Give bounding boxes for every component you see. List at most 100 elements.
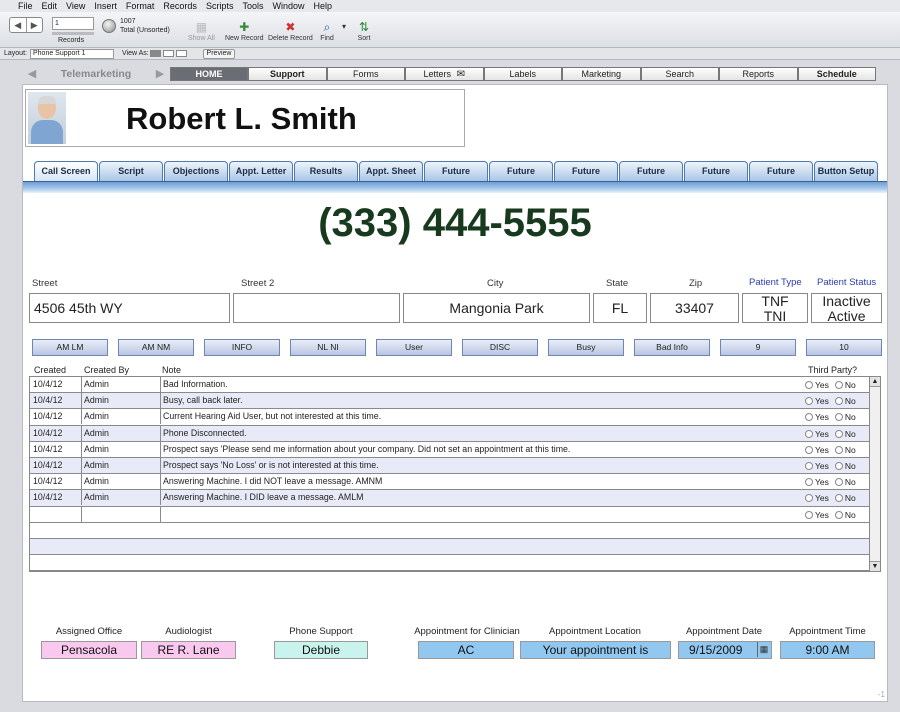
street2-field[interactable] <box>233 293 400 323</box>
tab-future-2[interactable]: Future <box>489 161 553 181</box>
created-cell[interactable]: 10/4/12 <box>33 428 79 438</box>
menu-records[interactable]: Records <box>163 0 197 12</box>
created-by-cell[interactable]: Admin <box>84 476 154 486</box>
created-by-cell[interactable]: Admin <box>84 379 154 389</box>
created-cell[interactable]: 10/4/12 <box>33 379 79 389</box>
created-cell[interactable]: 10/4/12 <box>33 476 79 486</box>
note-cell[interactable]: Busy, call back later. <box>163 395 803 405</box>
created-cell[interactable]: 10/4/12 <box>33 395 79 405</box>
calendar-icon[interactable]: ▦ <box>757 642 770 657</box>
third-party-no[interactable]: No <box>834 410 856 424</box>
table-row[interactable]: 10/4/12 Admin Prospect says 'Please send m… <box>30 441 870 458</box>
table-row[interactable]: 10/4/12 Admin Prospect says 'No Loss' or i… <box>30 458 870 475</box>
third-party-yes[interactable]: Yes <box>805 410 829 424</box>
tab-future-5[interactable]: Future <box>684 161 748 181</box>
note-cell[interactable]: Answering Machine. I DID leave a message… <box>163 492 803 502</box>
created-by-cell[interactable]: Admin <box>84 411 154 421</box>
third-party-no[interactable]: No <box>834 443 856 457</box>
third-party-yes[interactable]: Yes <box>805 508 829 522</box>
menu-window[interactable]: Window <box>272 0 304 12</box>
tab-call-screen[interactable]: Call Screen <box>34 161 98 181</box>
delete-record-button[interactable]: ✖ Delete Record <box>268 20 313 42</box>
tab-results[interactable]: Results <box>294 161 358 181</box>
table-row[interactable]: 10/4/12 Admin Bad Information. Yes No <box>30 377 870 394</box>
current-record-input[interactable]: 1 <box>52 17 94 30</box>
forward-arrow-icon[interactable]: ▶ <box>150 66 170 82</box>
zip-field[interactable]: 33407 <box>650 293 739 323</box>
note-cell[interactable]: Prospect says 'Please send me informatio… <box>163 444 803 454</box>
note-cell[interactable]: Current Hearing Aid User, but not intere… <box>163 411 803 421</box>
sort-button[interactable]: ⇅ Sort <box>357 20 371 42</box>
menu-help[interactable]: Help <box>313 0 332 12</box>
tab-objections[interactable]: Objections <box>164 161 228 181</box>
created-cell[interactable]: 10/4/12 <box>33 492 79 502</box>
quick-am-lm-button[interactable]: AM LM <box>32 339 108 356</box>
created-by-cell[interactable]: Admin <box>84 444 154 454</box>
note-cell[interactable]: Answering Machine. I did NOT leave a mes… <box>163 476 803 486</box>
table-view-icon[interactable] <box>176 50 187 57</box>
menu-file[interactable]: File <box>18 0 33 12</box>
list-view-icon[interactable] <box>163 50 174 57</box>
third-party-yes[interactable]: Yes <box>805 394 829 408</box>
tab-future-6[interactable]: Future <box>749 161 813 181</box>
quick-9-button[interactable]: 9 <box>720 339 796 356</box>
note-cell[interactable]: Phone Disconnected. <box>163 428 803 438</box>
third-party-yes[interactable]: Yes <box>805 443 829 457</box>
preview-button[interactable]: Preview <box>203 49 235 59</box>
clinician-field[interactable]: AC <box>418 641 514 659</box>
menu-edit[interactable]: Edit <box>42 0 58 12</box>
phone-support-field[interactable]: Debbie <box>274 641 368 659</box>
menu-tools[interactable]: Tools <box>242 0 263 12</box>
table-row[interactable]: 10/4/12 Admin Busy, call back later. Yes No <box>30 393 870 410</box>
note-cell[interactable]: Bad Information. <box>163 379 803 389</box>
tab-script[interactable]: Script <box>99 161 163 181</box>
state-field[interactable]: FL <box>593 293 647 323</box>
phone-number[interactable]: (333) 444-5555 <box>23 201 887 246</box>
nav-marketing[interactable]: Marketing <box>562 67 641 81</box>
menu-format[interactable]: Format <box>126 0 155 12</box>
street-field[interactable]: 4506 45th WY <box>29 293 230 323</box>
time-field[interactable]: 9:00 AM <box>780 641 875 659</box>
quick-user-button[interactable]: User <box>376 339 452 356</box>
quick-bad-info-button[interactable]: Bad Info <box>634 339 710 356</box>
quick-disc-button[interactable]: DISC <box>462 339 538 356</box>
created-cell[interactable]: 10/4/12 <box>33 460 79 470</box>
nav-support[interactable]: Support <box>248 67 327 81</box>
created-by-cell[interactable]: Admin <box>84 395 154 405</box>
quick-nl-ni-button[interactable]: NL NI <box>290 339 366 356</box>
quick-busy-button[interactable]: Busy <box>548 339 624 356</box>
created-by-cell[interactable]: Admin <box>84 492 154 502</box>
nav-search[interactable]: Search <box>640 67 719 81</box>
note-cell[interactable]: Prospect says 'No Loss' or is not intere… <box>163 460 803 470</box>
scroll-up-icon[interactable]: ▲ <box>870 377 880 387</box>
nav-forms[interactable]: Forms <box>326 67 405 81</box>
menu-insert[interactable]: Insert <box>94 0 117 12</box>
created-cell[interactable]: 10/4/12 <box>33 444 79 454</box>
notes-scrollbar[interactable]: ▲ ▼ <box>869 377 880 571</box>
menu-view[interactable]: View <box>66 0 85 12</box>
quick-am-nm-button[interactable]: AM NM <box>118 339 194 356</box>
tab-appt-letter[interactable]: Appt. Letter <box>229 161 293 181</box>
layout-select[interactable]: Phone Support 1 <box>30 49 114 59</box>
menu-scripts[interactable]: Scripts <box>206 0 234 12</box>
table-row[interactable]: Yes No <box>30 506 870 523</box>
audiologist-field[interactable]: RE R. Lane <box>141 641 236 659</box>
tab-appt-sheet[interactable]: Appt. Sheet <box>359 161 423 181</box>
third-party-no[interactable]: No <box>834 394 856 408</box>
back-arrow-icon[interactable]: ◀ <box>22 66 42 82</box>
patient-status-field[interactable]: Inactive Active <box>811 293 882 323</box>
table-row[interactable]: 10/4/12 Admin Answering Machine. I did NOT… <box>30 474 870 491</box>
tab-future-1[interactable]: Future <box>424 161 488 181</box>
third-party-no[interactable]: No <box>834 459 856 473</box>
show-all-button[interactable]: ▦ Show All <box>188 20 215 42</box>
quick-info-button[interactable]: INFO <box>204 339 280 356</box>
tab-future-3[interactable]: Future <box>554 161 618 181</box>
table-row[interactable]: 10/4/12 Admin Phone Disconnected. Yes No <box>30 425 870 442</box>
record-navigator[interactable]: ◀ ▶ <box>9 17 43 33</box>
tab-button-setup[interactable]: Button Setup <box>814 161 878 181</box>
patient-type-field[interactable]: TNF TNI <box>742 293 808 323</box>
third-party-yes[interactable]: Yes <box>805 378 829 392</box>
location-field[interactable]: Your appointment is <box>520 641 671 659</box>
created-cell[interactable]: 10/4/12 <box>33 411 79 421</box>
next-record-icon[interactable]: ▶ <box>25 18 43 32</box>
